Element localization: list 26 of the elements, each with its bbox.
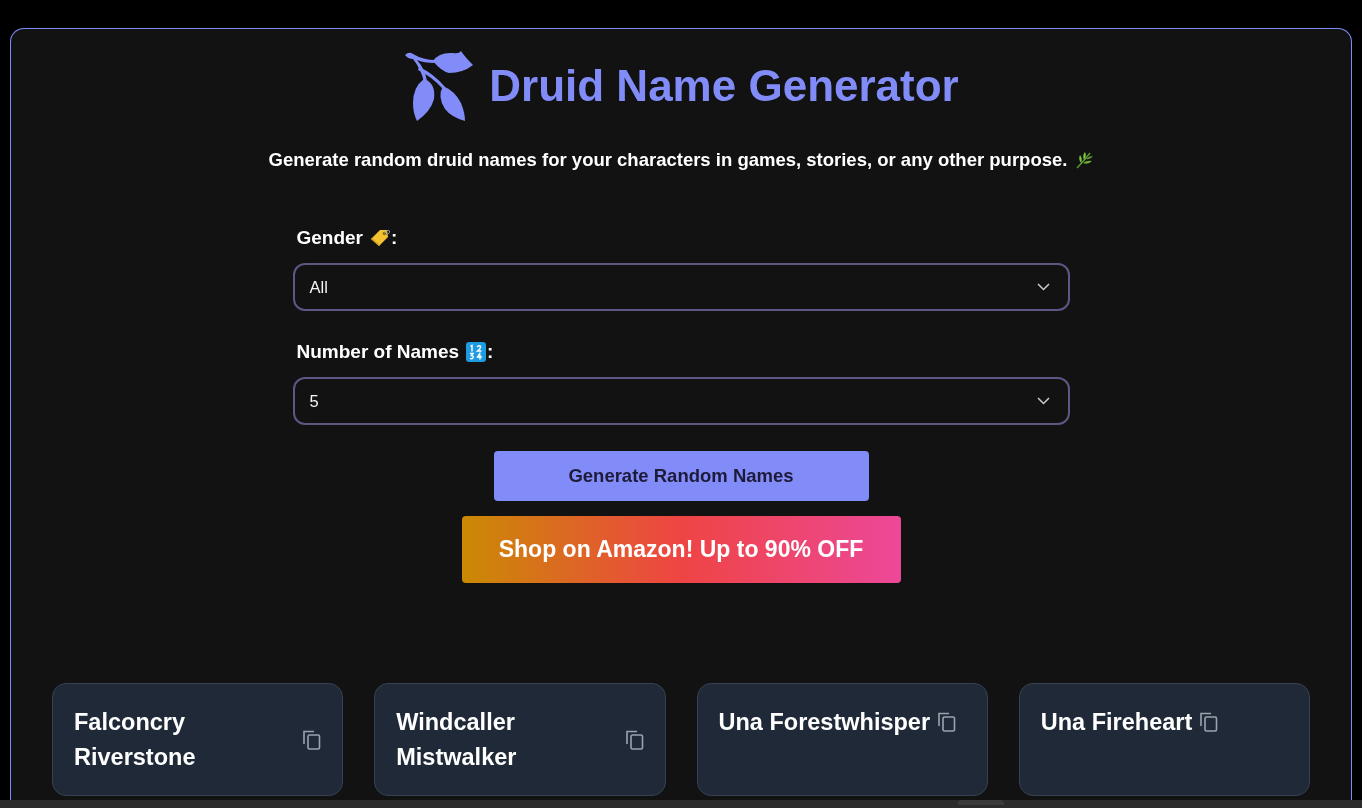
copy-icon[interactable] — [625, 729, 644, 750]
field-label: Number of Names — [296, 340, 460, 364]
copy-icon[interactable] — [303, 729, 322, 750]
dropdown-select[interactable]: 5 — [292, 377, 1070, 425]
generate-button[interactable]: Generate Random Names — [493, 451, 869, 501]
field-label: Gender — [296, 226, 364, 250]
chevron-down-icon — [1036, 283, 1050, 291]
generated-name: Una Fireheart — [1040, 708, 1193, 737]
generated-name: Windcaller Mistwalker — [396, 708, 518, 772]
label-colon: : — [487, 340, 494, 364]
label-colon: : — [391, 226, 398, 250]
page-title: Druid Name Generator — [489, 64, 959, 108]
leaves-icon — [403, 51, 474, 121]
number-keys-icon — [466, 342, 487, 362]
generated-name: Una Forestwhisper — [718, 708, 931, 737]
scrollbar-thumb[interactable] — [958, 800, 1004, 805]
page-subtitle: Generate random druid names for your characters in games, stories, or any other purpose. — [268, 148, 1068, 172]
dropdown-select[interactable]: All — [292, 263, 1070, 311]
herb-icon — [1075, 150, 1094, 169]
horizontal-scrollbar[interactable] — [0, 800, 1362, 808]
shop-button[interactable]: Shop on Amazon! Up to 90% OFF — [461, 516, 901, 583]
chevron-down-icon — [1036, 397, 1050, 405]
generated-name: Falconcry Riverstone — [74, 708, 197, 772]
copy-icon[interactable] — [938, 712, 957, 733]
copy-icon[interactable] — [1200, 712, 1219, 733]
tag-icon — [370, 228, 391, 248]
